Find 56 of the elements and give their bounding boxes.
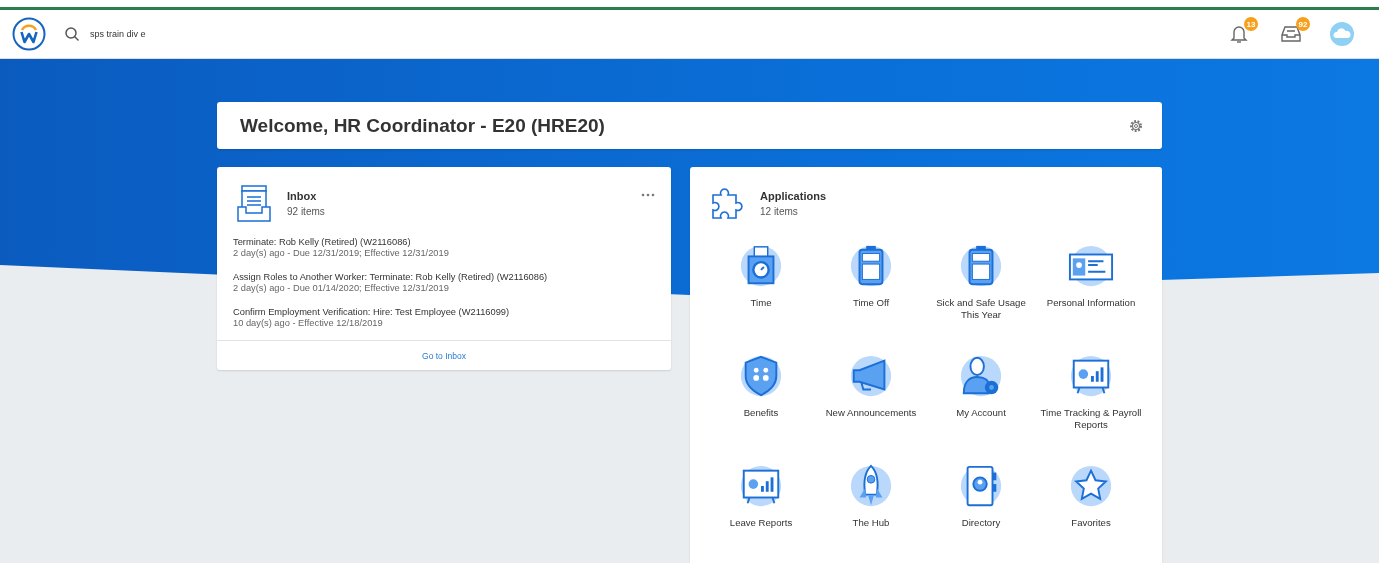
inbox-task-detail: 10 day(s) ago - Effective 12/18/2019 [233, 318, 384, 328]
inbox-title: Inbox [287, 190, 318, 202]
address-book-icon [958, 463, 1004, 509]
application-tile[interactable]: Sick and Safe Usage This Year [926, 243, 1036, 329]
application-tile[interactable]: Personal Information [1036, 243, 1146, 329]
inbox-badge: 92 [1296, 17, 1310, 31]
inbox-task-link[interactable]: Terminate: Rob Kelly (Retired) (W2116086) [233, 237, 655, 247]
application-label: Personal Information [1046, 297, 1136, 309]
suitcase-icon [958, 243, 1004, 289]
suitcase-icon [848, 243, 894, 289]
application-tile[interactable]: Time [706, 243, 816, 329]
application-label: Favorites [1071, 517, 1111, 529]
application-label: The Hub [852, 517, 890, 529]
application-tile[interactable]: Directory [926, 463, 1036, 549]
rocket-icon [848, 463, 894, 509]
notification-badge: 13 [1244, 17, 1258, 31]
person-gear-icon [958, 353, 1004, 399]
inbox-tray-icon [237, 185, 271, 223]
application-label: New Announcements [825, 407, 917, 419]
application-tile[interactable]: Time Off [816, 243, 926, 329]
chart-board-icon [738, 463, 784, 509]
application-label: Time [750, 297, 772, 309]
application-tile[interactable]: Time Tracking & Payroll Reports [1036, 353, 1146, 439]
id-card-icon [1068, 243, 1114, 289]
search-icon [64, 26, 80, 42]
application-tile[interactable]: Benefits [706, 353, 816, 439]
megaphone-icon [848, 353, 894, 399]
inbox-task-link[interactable]: Confirm Employment Verification: Hire: Test Employee (W2116099) [233, 307, 655, 317]
application-tile[interactable]: Favorites [1036, 463, 1146, 549]
application-label: Leave Reports [729, 517, 793, 529]
inbox-task-link[interactable]: Assign Roles to Another Worker: Terminate: Rob Kelly (Retired) (W2116086) [233, 272, 655, 282]
application-label: Sick and Safe Usage This Year [935, 297, 1027, 320]
application-label: Benefits [743, 407, 779, 419]
applications-title: Applications [760, 190, 826, 202]
application-label: Time Tracking & Payroll Reports [1039, 407, 1143, 430]
applications-count: 12 items [760, 206, 799, 217]
application-tile[interactable]: My Account [926, 353, 1036, 439]
go-to-inbox-link[interactable]: Go to Inbox [422, 350, 466, 361]
application-tile[interactable]: New Announcements [816, 353, 926, 439]
welcome-title: Welcome, HR Coordinator - E20 (HRE20) [240, 114, 605, 137]
application-tile[interactable]: The Hub [816, 463, 926, 549]
application-label: Directory [961, 517, 1001, 529]
application-label: Time Off [852, 297, 890, 309]
search-field[interactable]: sps train div e [88, 28, 292, 40]
application-label: My Account [956, 407, 1006, 419]
bell-icon[interactable] [1230, 24, 1248, 44]
clock-icon [738, 243, 784, 289]
inbox-task-detail: 2 day(s) ago - Due 01/14/2020; Effective 12/31/2019 [233, 283, 450, 293]
inbox-task-detail: 2 day(s) ago - Due 12/31/2019; Effective 12/31/2019 [233, 248, 450, 258]
shield-icon [738, 353, 784, 399]
settings-icon[interactable] [1128, 117, 1144, 134]
inbox-count: 92 items [287, 206, 325, 217]
logo-icon[interactable] [12, 17, 46, 51]
application-tile[interactable]: Leave Reports [706, 463, 816, 549]
chart-board-icon [1068, 353, 1114, 399]
inbox-tray-icon[interactable] [1281, 25, 1301, 43]
